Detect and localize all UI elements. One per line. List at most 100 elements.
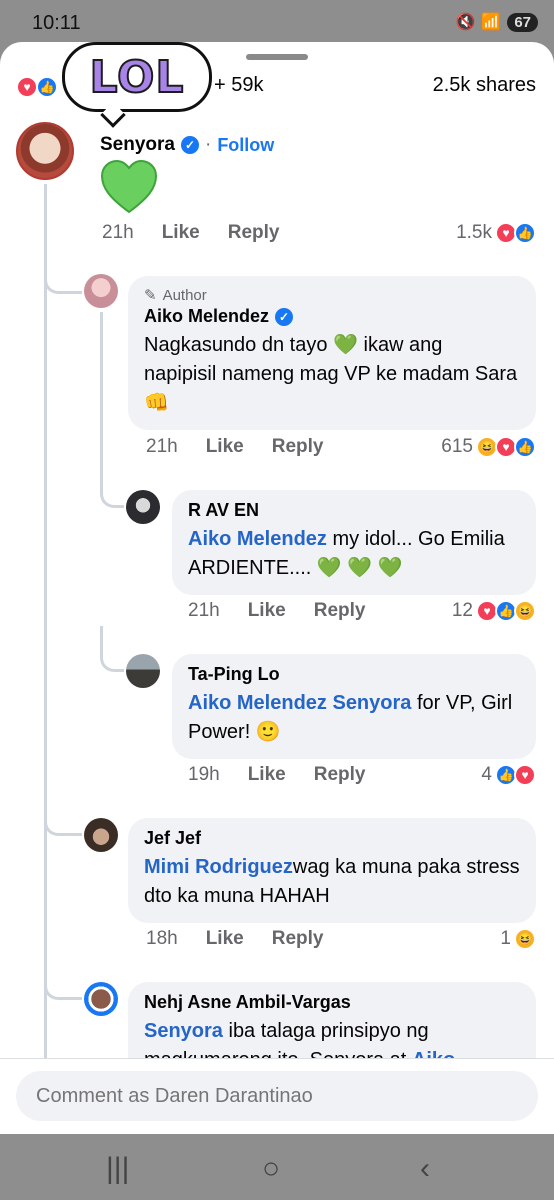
comment-time: 19h <box>188 764 220 785</box>
comment-reactions-senyora[interactable]: 1.5k ♥ 👍 <box>456 222 536 244</box>
author-name[interactable]: Nehj Asne Ambil-Vargas <box>144 992 351 1013</box>
comment-text: Nagkasundo dn tayo 💚 ikaw ang napipisil … <box>144 331 520 418</box>
author-name[interactable]: Senyora <box>100 134 175 156</box>
mention-link[interactable]: Senyora <box>144 1020 223 1042</box>
thread-elbow-jef <box>44 798 82 836</box>
reply-button[interactable]: Reply <box>272 928 324 950</box>
comment-reactions-aiko[interactable]: 615 😆 ♥ 👍 <box>441 436 536 458</box>
like-button[interactable]: Like <box>248 600 286 622</box>
author-name[interactable]: R AV EN <box>188 500 259 521</box>
avatar-ta-ping-lo[interactable] <box>126 654 160 688</box>
follow-button[interactable]: Follow <box>217 135 274 156</box>
reaction-count: 4 <box>481 764 492 785</box>
status-icons: 🔇 📶 67 <box>455 12 538 32</box>
comment-reactions-taping[interactable]: 4 👍 ♥ <box>481 764 536 786</box>
love-reaction-icon: ♥ <box>514 764 536 786</box>
comment-reactions-raven[interactable]: 12 ♥ 👍 😆 <box>452 600 536 622</box>
comment-input[interactable] <box>16 1071 538 1121</box>
mute-icon: 🔇 <box>455 14 476 31</box>
smile-emoji: 🙂 <box>255 721 281 743</box>
thread-elbow-nehj <box>44 962 82 1000</box>
avatar-aiko-melendez[interactable] <box>84 274 118 308</box>
comment-bubble-aiko: ✎ Author Aiko Melendez ✓ Nagkasundo dn t… <box>128 276 536 430</box>
comment-text: Mimi Rodriguezwag ka muna paka stress dt… <box>144 853 520 911</box>
like-reaction-icon: 👍 <box>514 436 536 458</box>
recent-apps-icon[interactable]: ||| <box>106 1152 129 1186</box>
comment-author-taping[interactable]: Ta-Ping Lo <box>188 664 520 685</box>
like-button[interactable]: Like <box>248 764 286 786</box>
sheet-grabber[interactable] <box>246 54 308 60</box>
mention-link[interactable]: Mimi Rodriguez <box>144 856 293 878</box>
avatar-jef-jef[interactable] <box>84 818 118 852</box>
reply-button[interactable]: Reply <box>272 436 324 458</box>
comment-bubble-raven: R AV EN Aiko Melendez my idol... Go Emil… <box>172 490 536 595</box>
comment-reactions-jef[interactable]: 1 😆 <box>500 928 536 950</box>
comment-author-raven[interactable]: R AV EN <box>188 500 520 521</box>
comment-author-senyora[interactable]: Senyora ✓ · Follow <box>100 134 274 156</box>
comment-actions-raven: 21h Like Reply <box>188 600 365 622</box>
mention-link[interactable]: Aiko Melendez Senyora <box>188 692 411 714</box>
green-heart-emoji <box>100 160 158 214</box>
comments-sheet: ♥ 👍 + 59k 2.5k shares LOL Senyora ✓ · Fo… <box>0 42 554 1134</box>
reaction-count: 1.5k <box>456 222 492 243</box>
author-name[interactable]: Jef Jef <box>144 828 201 849</box>
lol-sticker: LOL <box>62 42 212 112</box>
reaction-count: 1 <box>500 928 511 949</box>
comment-actions-jef: 18h Like Reply <box>146 928 323 950</box>
mention-link[interactable]: Aiko Melendez <box>188 528 327 550</box>
comment-actions-taping: 19h Like Reply <box>188 764 365 786</box>
comment-text-part: Nagkasundo dn tayo <box>144 334 334 356</box>
system-nav-bar: ||| ○ ‹ <box>0 1134 554 1200</box>
haha-reaction-icon: 😆 <box>514 600 536 622</box>
fist-emoji: 👊 <box>144 392 169 414</box>
reply-button[interactable]: Reply <box>228 222 280 244</box>
shares-count[interactable]: 2.5k shares <box>433 74 536 97</box>
comment-time: 21h <box>102 222 134 243</box>
wifi-icon: 📶 <box>481 14 502 31</box>
like-button[interactable]: Like <box>206 928 244 950</box>
like-reaction-icon: 👍 <box>36 76 58 98</box>
author-tag-label: Author <box>162 286 207 304</box>
comment-time: 21h <box>146 436 178 457</box>
thread-elbow-taping <box>100 626 124 672</box>
pencil-icon: ✎ <box>144 287 157 304</box>
avatar-raven[interactable] <box>126 490 160 524</box>
like-button[interactable]: Like <box>162 222 200 244</box>
back-icon[interactable]: ‹ <box>420 1152 430 1186</box>
comment-actions-aiko: 21h Like Reply <box>146 436 323 458</box>
love-reaction-icon: ♥ <box>16 76 38 98</box>
comment-bubble-taping: Ta-Ping Lo Aiko Melendez Senyora for VP,… <box>172 654 536 759</box>
comment-time: 18h <box>146 928 178 949</box>
comment-time: 21h <box>188 600 220 621</box>
verified-badge-icon: ✓ <box>275 307 294 326</box>
like-button[interactable]: Like <box>206 436 244 458</box>
reply-button[interactable]: Reply <box>314 764 366 786</box>
comment-author-aiko[interactable]: Aiko Melendez ✓ <box>144 306 520 327</box>
green-hearts-emoji: 💚 💚 💚 <box>316 557 403 579</box>
haha-reaction-icon: 😆 <box>514 928 536 950</box>
comment-bubble-jef: Jef Jef Mimi Rodriguezwag ka muna paka s… <box>128 818 536 923</box>
avatar-nehj[interactable] <box>84 982 118 1016</box>
comment-actions-senyora: 21h Like Reply <box>102 222 279 244</box>
reaction-count: 12 <box>451 600 473 621</box>
author-tag: ✎ Author <box>144 286 520 305</box>
thread-line-aiko <box>100 312 103 478</box>
comment-text: Aiko Melendez my idol... Go Emilia ARDIE… <box>188 525 520 583</box>
comment-author-jef[interactable]: Jef Jef <box>144 828 520 849</box>
author-name[interactable]: Ta-Ping Lo <box>188 664 280 685</box>
comment-text: Aiko Melendez Senyora for VP, Girl Power… <box>188 689 520 747</box>
status-time: 10:11 <box>32 12 81 34</box>
comment-author-nehj[interactable]: Nehj Asne Ambil-Vargas <box>144 992 520 1013</box>
author-name[interactable]: Aiko Melendez <box>144 306 269 327</box>
lol-sticker-text: LOL <box>89 51 185 104</box>
reactions-count[interactable]: + 59k <box>214 74 263 97</box>
avatar-senyora[interactable] <box>16 122 74 180</box>
green-heart-emoji: 💚 <box>333 334 358 356</box>
thread-elbow-aiko <box>44 258 82 294</box>
battery-icon: 67 <box>507 12 538 32</box>
composer-area <box>0 1058 554 1134</box>
reply-button[interactable]: Reply <box>314 600 366 622</box>
reaction-count: 615 <box>441 436 473 457</box>
separator-dot: · <box>204 134 212 155</box>
home-icon[interactable]: ○ <box>262 1152 280 1186</box>
